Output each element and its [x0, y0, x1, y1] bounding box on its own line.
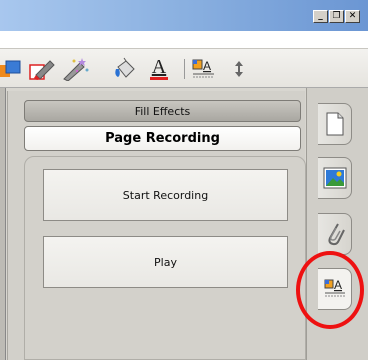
- start-recording-label: Start Recording: [122, 188, 209, 202]
- title-bar: _ ❐ ✕: [0, 0, 368, 31]
- restore-button[interactable]: ❐: [329, 10, 344, 23]
- magic-pen-icon[interactable]: [60, 57, 90, 81]
- start-recording-button[interactable]: Start Recording: [43, 169, 288, 221]
- sidebar-tab-attachments[interactable]: [318, 213, 352, 255]
- text-color-glyph: A: [151, 55, 167, 78]
- toolbar-separator: [184, 59, 185, 79]
- canvas-edge: [0, 88, 6, 360]
- tab-page-recording[interactable]: Page Recording: [24, 126, 301, 151]
- play-label: Play: [154, 255, 177, 269]
- svg-text:A: A: [203, 59, 211, 73]
- sidebar-tab-gallery[interactable]: [318, 157, 352, 199]
- table-text-icon[interactable]: A: [192, 57, 216, 81]
- gallery-icon: [323, 167, 346, 189]
- highlight-circle: [296, 251, 364, 329]
- tab-page-recording-label: Page Recording: [105, 131, 220, 146]
- attachments-icon: [327, 223, 345, 246]
- minimize-button[interactable]: _: [313, 10, 328, 23]
- text-color-icon[interactable]: A: [148, 57, 170, 81]
- eraser-icon[interactable]: [28, 57, 56, 81]
- white-strip: [0, 31, 368, 48]
- vertical-resize-icon[interactable]: [232, 57, 246, 81]
- window-controls: _ ❐ ✕: [313, 10, 360, 23]
- close-button[interactable]: ✕: [345, 10, 360, 23]
- tab-fill-effects[interactable]: Fill Effects: [24, 100, 301, 122]
- tab-fill-effects-label: Fill Effects: [134, 104, 191, 118]
- play-button[interactable]: Play: [43, 236, 288, 288]
- shape-icon[interactable]: [0, 57, 22, 81]
- page-sorter-icon: [326, 112, 343, 136]
- sidebar-tab-page-sorter[interactable]: [318, 103, 352, 145]
- toolbar: A A: [0, 48, 368, 88]
- fill-bucket-icon[interactable]: [112, 57, 138, 81]
